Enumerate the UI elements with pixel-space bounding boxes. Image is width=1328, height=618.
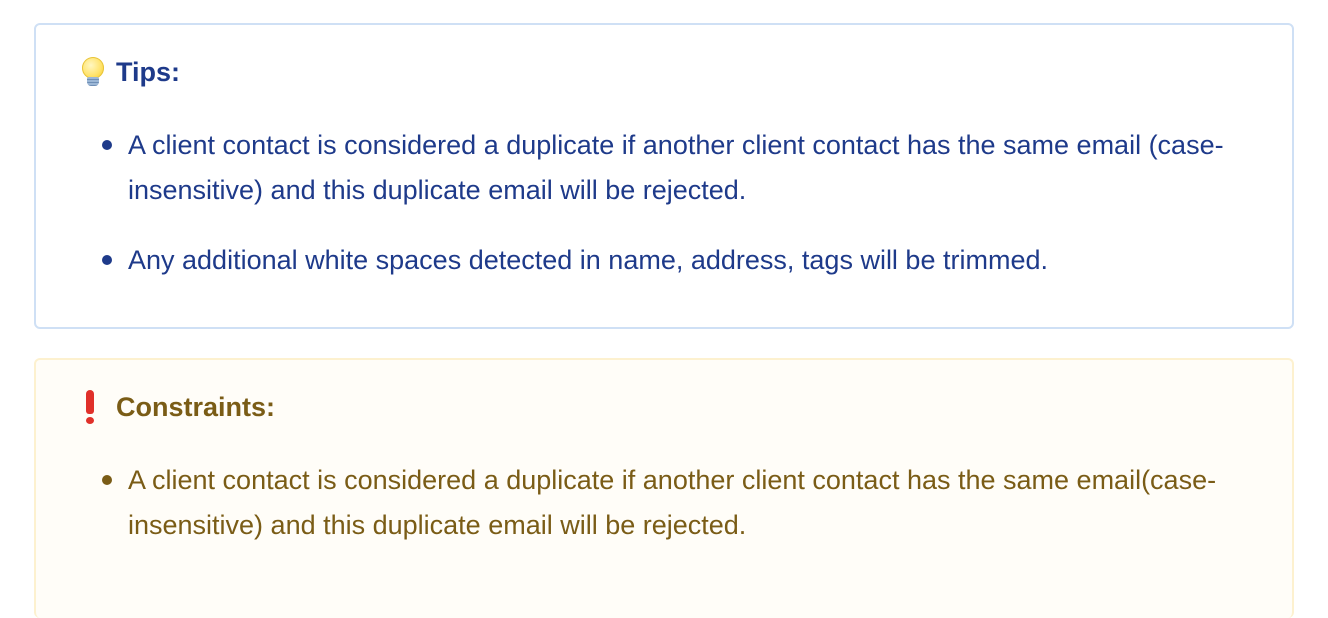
list-item: A client contact is considered a duplica…: [102, 123, 1258, 213]
tips-title: Tips:: [116, 57, 181, 87]
list-item: Any additional white spaces detected in …: [102, 238, 1258, 283]
lightbulb-icon: [76, 55, 116, 89]
tips-heading: Tips:: [76, 55, 180, 89]
tips-panel: Tips: A client contact is considered a d…: [34, 23, 1294, 329]
list-item: A client contact is considered a duplica…: [102, 458, 1258, 548]
constraints-heading: Constraints:: [76, 390, 275, 424]
constraints-panel: Constraints: A client contact is conside…: [34, 358, 1294, 618]
constraints-list: A client contact is considered a duplica…: [102, 458, 1258, 573]
tips-list: A client contact is considered a duplica…: [102, 123, 1258, 308]
constraints-title: Constraints:: [116, 392, 276, 422]
exclamation-icon: [76, 390, 116, 424]
